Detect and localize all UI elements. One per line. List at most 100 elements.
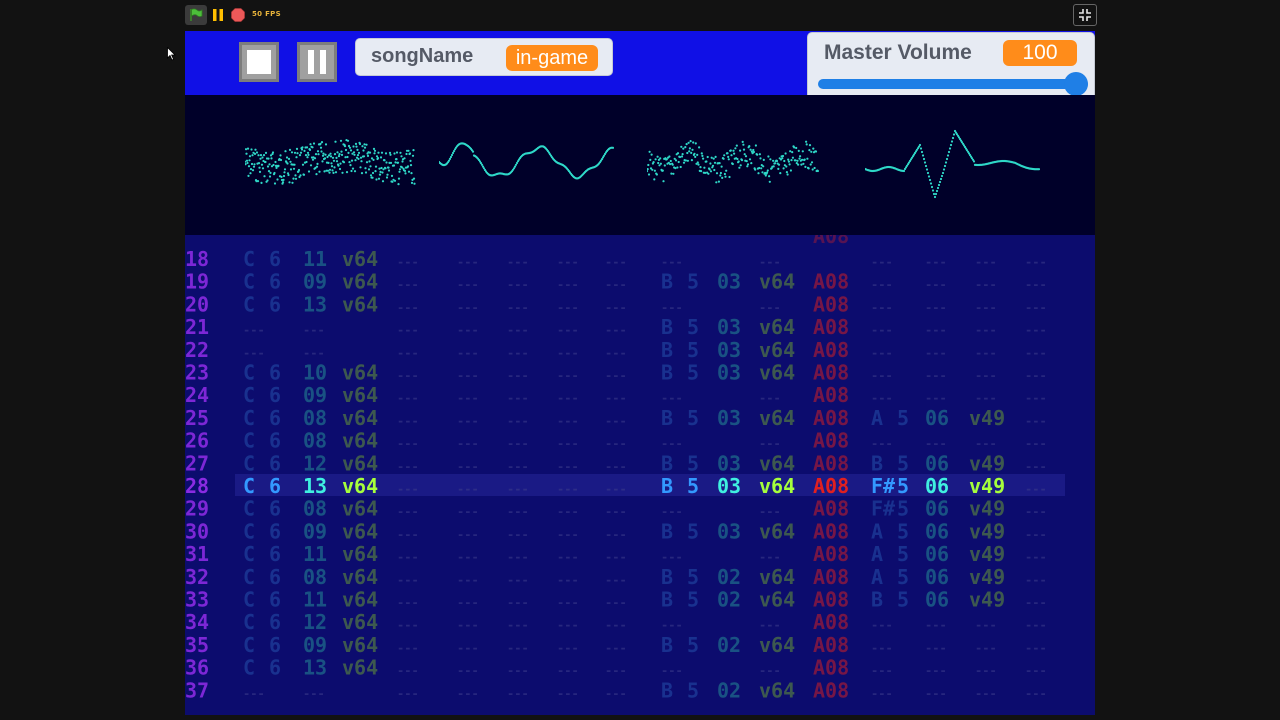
- volume: v64: [759, 633, 795, 657]
- empty-cell: ---: [1025, 369, 1047, 383]
- volume: v64: [759, 338, 795, 362]
- note-octave: 6: [269, 588, 281, 612]
- empty-cell: ---: [1025, 573, 1047, 587]
- note-octave: 6: [269, 610, 281, 634]
- green-flag-icon[interactable]: [185, 5, 207, 25]
- empty-cell: ---: [507, 618, 529, 632]
- note-octave: 6: [269, 542, 281, 566]
- empty-cell: ---: [557, 641, 579, 655]
- empty-cell: ---: [925, 391, 947, 405]
- empty-cell: ---: [1025, 255, 1047, 269]
- pattern-grid: A0818 C 6 11 v64 --- --- --- --- --- --- --- --- --- -…: [185, 235, 1065, 702]
- empty-cell: ---: [605, 459, 627, 473]
- empty-cell: ---: [925, 323, 947, 337]
- volume: v64: [342, 292, 378, 316]
- empty-cell: ---: [457, 686, 479, 700]
- oscilloscope-channel-2: [439, 142, 614, 180]
- empty-cell: ---: [557, 369, 579, 383]
- empty-cell: ---: [457, 369, 479, 383]
- empty-cell: ---: [925, 278, 947, 292]
- volume: v64: [759, 270, 795, 294]
- note-name: B: [661, 519, 673, 543]
- empty-cell: ---: [975, 323, 997, 337]
- volume: v49: [969, 474, 1005, 498]
- empty-cell: ---: [605, 664, 627, 678]
- note-octave: 6: [269, 565, 281, 589]
- instrument: 06: [925, 474, 949, 498]
- note-name: C: [243, 610, 255, 634]
- empty-cell: ---: [457, 505, 479, 519]
- instrument: 11: [303, 247, 327, 271]
- empty-cell: ---: [871, 278, 893, 292]
- stop-button[interactable]: [239, 42, 279, 82]
- empty-cell: ---: [975, 346, 997, 360]
- empty-cell: ---: [925, 437, 947, 451]
- volume: v64: [342, 519, 378, 543]
- effect: A08: [813, 633, 849, 657]
- empty-cell: ---: [975, 437, 997, 451]
- instrument: 09: [303, 519, 327, 543]
- instrument: 02: [717, 588, 741, 612]
- note-octave: 5: [687, 406, 699, 430]
- empty-cell: ---: [397, 482, 419, 496]
- instrument: 06: [925, 565, 949, 589]
- empty-cell: ---: [397, 618, 419, 632]
- empty-cell: ---: [759, 437, 781, 451]
- empty-cell: ---: [557, 573, 579, 587]
- empty-cell: ---: [397, 437, 419, 451]
- master-volume-slider[interactable]: [818, 72, 1088, 96]
- empty-cell: ---: [925, 369, 947, 383]
- empty-cell: ---: [557, 596, 579, 610]
- empty-cell: ---: [975, 641, 997, 655]
- volume: v64: [759, 588, 795, 612]
- instrument: 03: [717, 519, 741, 543]
- note-name: C: [243, 292, 255, 316]
- empty-cell: ---: [871, 323, 893, 337]
- row-number: 33: [185, 588, 209, 612]
- note-name: C: [243, 519, 255, 543]
- empty-cell: ---: [1025, 482, 1047, 496]
- slider-thumb[interactable]: [1064, 72, 1088, 96]
- effect: A08: [813, 656, 849, 680]
- instrument: 12: [303, 451, 327, 475]
- instrument: 02: [717, 633, 741, 657]
- empty-cell: ---: [557, 278, 579, 292]
- exit-fullscreen-icon[interactable]: [1073, 4, 1097, 26]
- empty-cell: ---: [397, 391, 419, 405]
- empty-cell: ---: [457, 618, 479, 632]
- slider-track[interactable]: [818, 79, 1088, 89]
- instrument: 08: [303, 406, 327, 430]
- pause-icon[interactable]: [210, 5, 226, 25]
- row-number: 37: [185, 678, 209, 702]
- empty-cell: ---: [507, 550, 529, 564]
- note-name: B: [661, 678, 673, 702]
- note-name: C: [243, 474, 255, 498]
- empty-cell: ---: [605, 596, 627, 610]
- row-number: 35: [185, 633, 209, 657]
- note-octave: 6: [269, 633, 281, 657]
- empty-cell: ---: [975, 300, 997, 314]
- empty-cell: ---: [975, 255, 997, 269]
- instrument: 08: [303, 429, 327, 453]
- empty-cell: ---: [871, 346, 893, 360]
- note-name: B: [661, 270, 673, 294]
- empty-cell: ---: [871, 664, 893, 678]
- instrument: 02: [717, 678, 741, 702]
- stop-sign-icon[interactable]: [230, 5, 246, 25]
- empty-cell: ---: [507, 346, 529, 360]
- note-name: B: [661, 565, 673, 589]
- empty-cell: ---: [457, 323, 479, 337]
- volume: v49: [969, 451, 1005, 475]
- instrument: 09: [303, 270, 327, 294]
- effect: A08: [813, 451, 849, 475]
- empty-cell: ---: [925, 641, 947, 655]
- pause-button[interactable]: [297, 42, 337, 82]
- empty-cell: ---: [507, 437, 529, 451]
- note-name: C: [243, 451, 255, 475]
- row-number: 20: [185, 292, 209, 316]
- empty-cell: ---: [457, 527, 479, 541]
- empty-cell: ---: [303, 323, 325, 337]
- empty-cell: ---: [605, 686, 627, 700]
- instrument: 03: [717, 270, 741, 294]
- note-name: B: [661, 474, 673, 498]
